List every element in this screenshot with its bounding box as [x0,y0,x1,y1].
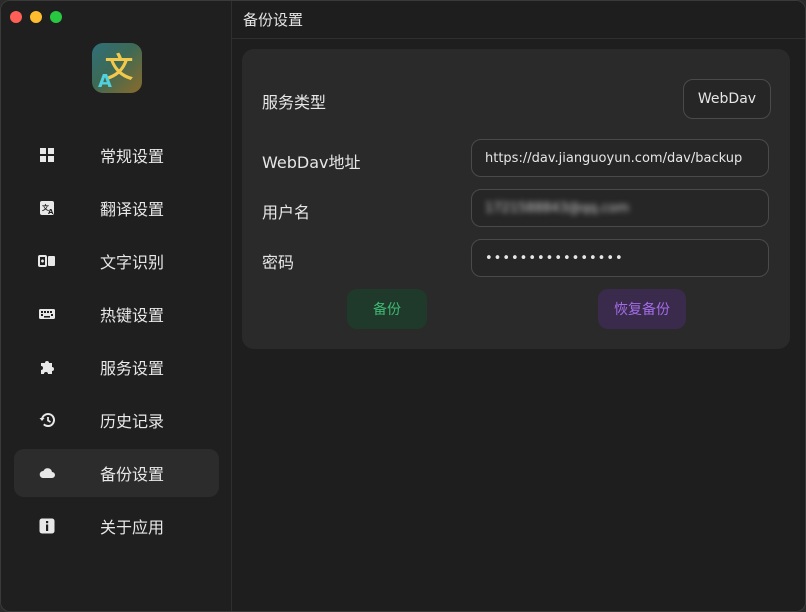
sidebar-item-service[interactable]: 服务设置 [14,343,219,391]
sidebar-item-about[interactable]: 关于应用 [14,502,219,550]
cloud-icon [38,464,56,482]
sidebar-item-translate[interactable]: 文 A 翻译设置 [14,184,219,232]
app-window: 文 A 常规设置 文 A 翻译设置 文字识别 热键设置 服务设置 历史记录 备份… [0,0,806,612]
window-controls [10,11,62,23]
close-window-button[interactable] [10,11,22,23]
history-icon [38,411,56,429]
sidebar-item-backup[interactable]: 备份设置 [14,449,219,497]
restore-backup-button[interactable]: 恢复备份 [598,289,686,329]
keyboard-icon [38,305,56,323]
zoom-window-button[interactable] [50,11,62,23]
backup-button[interactable]: 备份 [347,289,427,329]
sidebar-item-ocr[interactable]: 文字识别 [14,237,219,285]
translate-icon: 文 A [38,199,56,217]
sidebar: 文 A 常规设置 文 A 翻译设置 文字识别 热键设置 服务设置 历史记录 备份… [1,1,232,611]
app-logo: 文 A [92,43,142,93]
sidebar-item-general[interactable]: 常规设置 [14,131,219,179]
main-content: 备份设置 服务类型 WebDav WebDav地址 https://dav.ji… [232,1,805,611]
sidebar-item-label: 热键设置 [100,306,165,325]
username-label: 用户名 [262,203,311,222]
info-icon [38,517,56,535]
sidebar-item-label: 关于应用 [100,518,165,537]
service-type-select[interactable]: WebDav [683,79,771,119]
sidebar-item-label: 文字识别 [100,253,165,272]
svg-text:A: A [48,208,54,216]
svg-text:A: A [98,71,112,92]
sidebar-item-label: 服务设置 [100,359,165,378]
backup-settings-card: 服务类型 WebDav WebDav地址 https://dav.jianguo… [242,49,790,349]
sidebar-item-history[interactable]: 历史记录 [14,396,219,444]
sidebar-item-label: 常规设置 [100,147,165,166]
sidebar-item-label: 备份设置 [100,465,165,484]
password-input[interactable]: •••••••••••••••• [471,239,769,277]
username-value: 1721588843@qq.com [485,200,630,216]
webdav-url-input[interactable]: https://dav.jianguoyun.com/dav/backup [471,139,769,177]
sidebar-item-label: 历史记录 [100,412,165,431]
sidebar-item-label: 翻译设置 [100,200,165,219]
webdav-url-label: WebDav地址 [262,153,361,172]
sidebar-item-hotkey[interactable]: 热键设置 [14,290,219,338]
service-type-label: 服务类型 [262,93,327,112]
ocr-icon [38,252,56,270]
username-input[interactable]: 1721588843@qq.com [471,189,769,227]
sidebar-nav: 常规设置 文 A 翻译设置 文字识别 热键设置 服务设置 历史记录 备份设置 关… [14,131,219,555]
grid-icon [38,146,56,164]
minimize-window-button[interactable] [30,11,42,23]
puzzle-icon [38,358,56,376]
page-title: 备份设置 [232,1,805,39]
password-label: 密码 [262,253,295,272]
